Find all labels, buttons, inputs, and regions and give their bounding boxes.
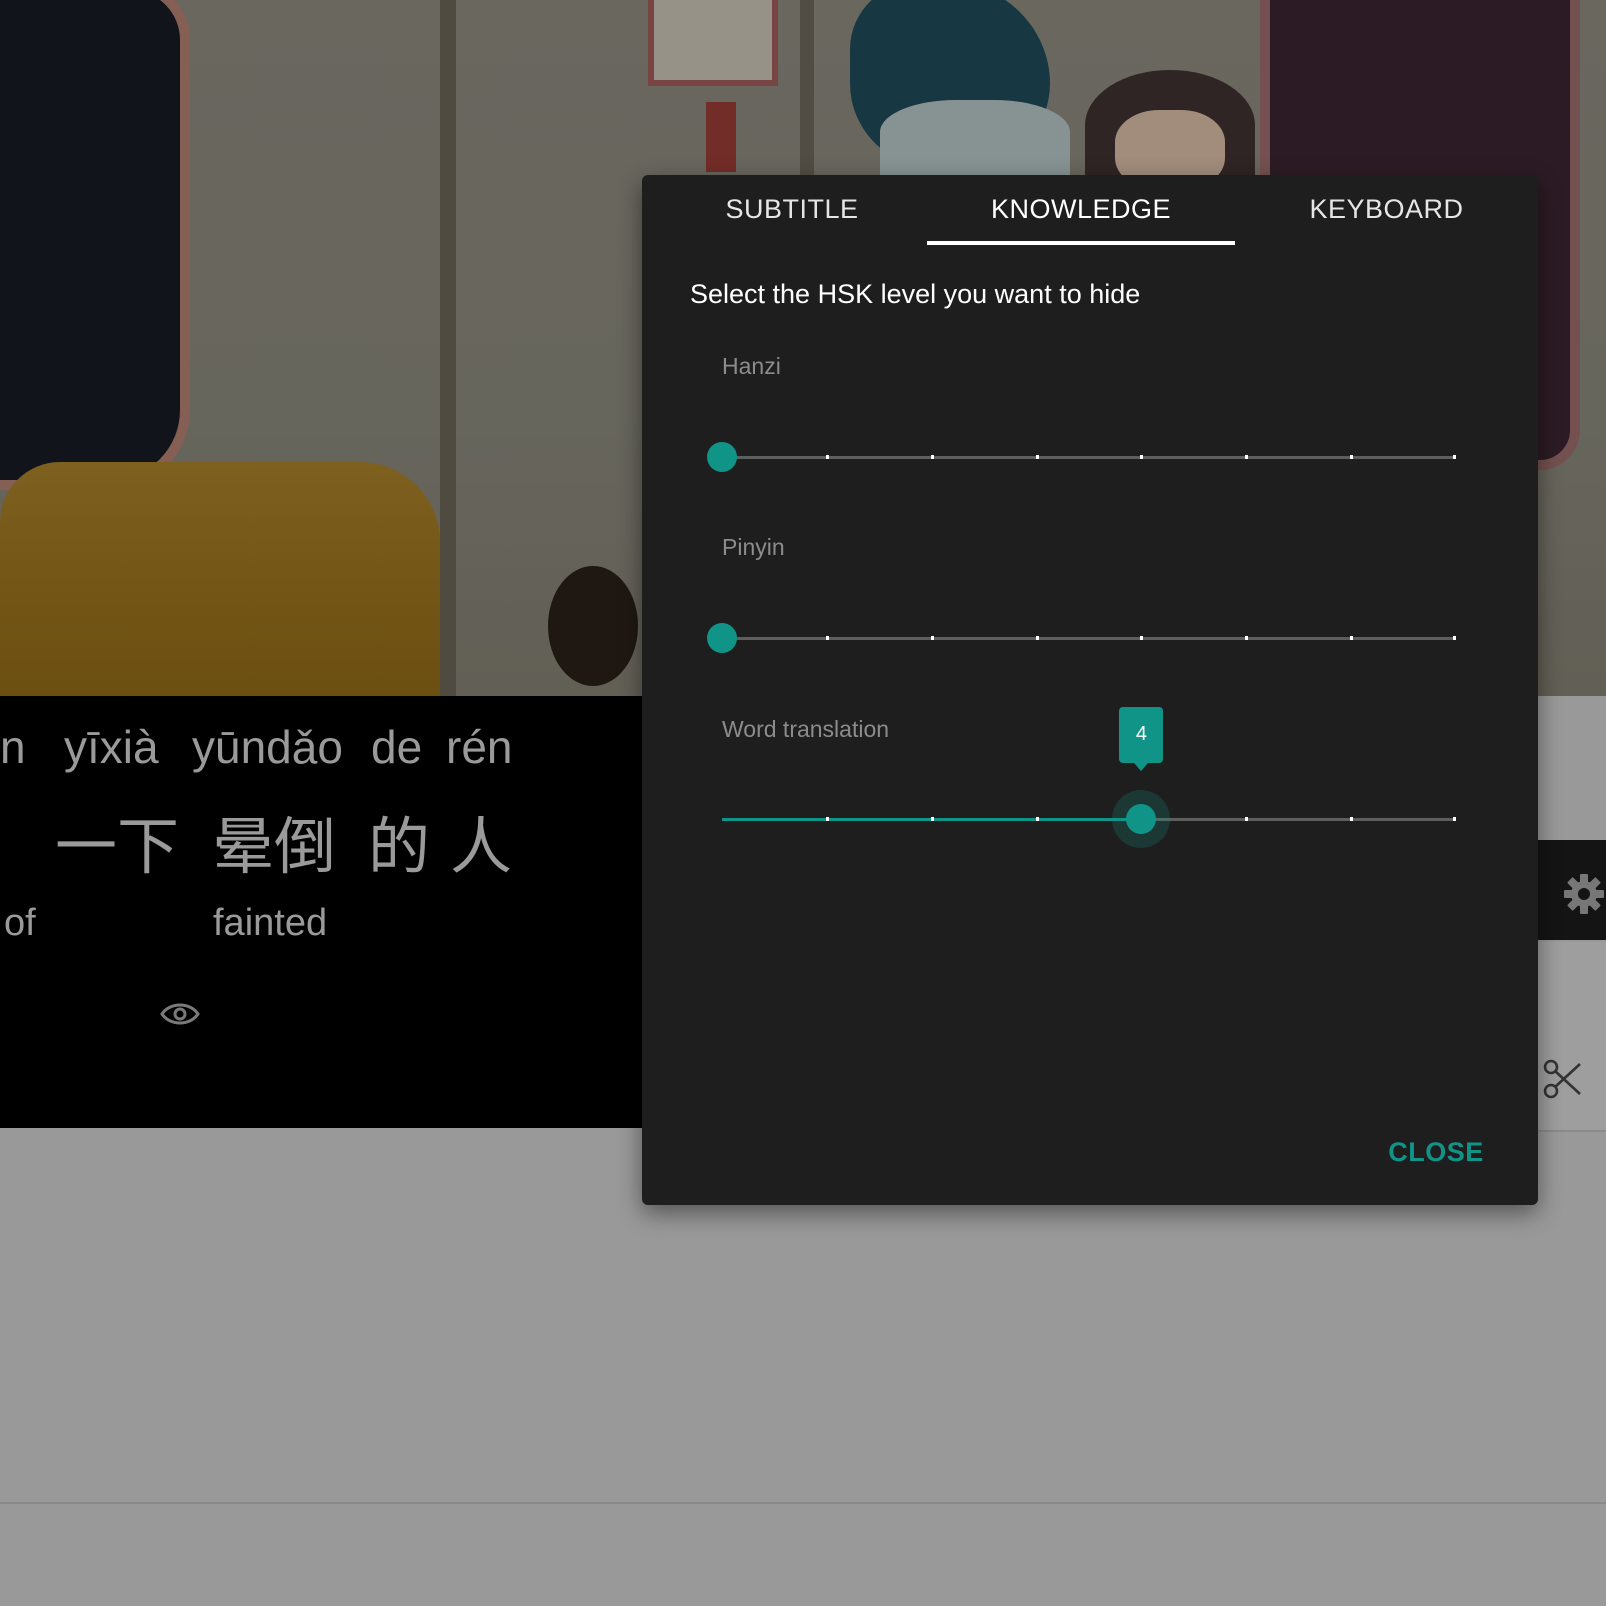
side-toolbar (1538, 942, 1606, 1132)
pinyin-word[interactable]: rén (446, 720, 512, 774)
slider-tick (1035, 455, 1039, 459)
slider-thumb[interactable] (707, 623, 737, 653)
slider-tick (1453, 455, 1456, 459)
slider-tick (1245, 817, 1249, 821)
close-button[interactable]: CLOSE (1384, 1131, 1488, 1173)
tab-keyboard[interactable]: KEYBOARD (1235, 175, 1538, 247)
slider-tick (1035, 636, 1039, 640)
slider-tick (1453, 636, 1456, 640)
slider-track (722, 637, 1456, 640)
pinyin-slider[interactable] (707, 618, 1456, 658)
slider-tick (1140, 636, 1144, 640)
tab-knowledge[interactable]: KNOWLEDGE (927, 175, 1235, 247)
hanzi-word[interactable]: 一下 (55, 796, 179, 886)
tab-subtitle[interactable]: SUBTITLE (642, 175, 942, 247)
settings-dialog: SUBTITLE KNOWLEDGE KEYBOARD Select the H… (642, 175, 1538, 1205)
pinyin-word[interactable]: n (0, 720, 26, 774)
hanzi-slider-label: Hanzi (722, 353, 781, 379)
translation-word: fainted (213, 902, 328, 944)
slider-tick (930, 817, 934, 821)
slider-tick (1245, 455, 1249, 459)
slider-tick (1035, 817, 1039, 821)
slider-value-bubble: 4 (1119, 707, 1164, 771)
translation-word: of (4, 902, 36, 944)
slider-tick (825, 455, 829, 459)
slider-tick (1453, 817, 1456, 821)
hanzi-slider[interactable] (707, 437, 1456, 477)
dialog-heading: Select the HSK level you want to hide (690, 279, 1141, 309)
pinyin-word[interactable]: yūndǎo (192, 720, 343, 774)
hanzi-word[interactable]: 的 (368, 796, 430, 886)
slider-tick (1140, 455, 1144, 459)
slider-tick (1350, 455, 1354, 459)
hanzi-word[interactable]: 晕倒 (212, 796, 336, 886)
slider-tick (1245, 636, 1249, 640)
pinyin-slider-label: Pinyin (722, 534, 785, 560)
hanzi-word[interactable]: 人 (450, 796, 512, 886)
slider-tick (1350, 636, 1354, 640)
slider-tick (930, 455, 934, 459)
slider-track (722, 456, 1456, 459)
slider-tick (930, 636, 934, 640)
pinyin-word[interactable]: de (371, 720, 422, 774)
word-translation-slider-label: Word translation (722, 716, 890, 742)
slider-tick (825, 817, 829, 821)
slider-tick (825, 636, 829, 640)
scissors-icon[interactable] (1542, 1058, 1584, 1100)
active-tab-indicator (927, 241, 1235, 245)
slider-tick (1350, 817, 1354, 821)
eye-icon[interactable] (160, 998, 200, 1030)
tab-bar: SUBTITLE KNOWLEDGE KEYBOARD (642, 175, 1538, 247)
word-translation-slider[interactable]: 4 (722, 707, 1456, 848)
subtitle-panel: n yīxià yūndǎo de rén 一下 晕倒 的 人 of faint… (0, 696, 642, 1128)
pinyin-word[interactable]: yīxià (64, 720, 159, 774)
slider-thumb[interactable] (707, 442, 737, 472)
gear-icon[interactable] (1562, 872, 1606, 916)
divider (0, 1502, 1606, 1504)
